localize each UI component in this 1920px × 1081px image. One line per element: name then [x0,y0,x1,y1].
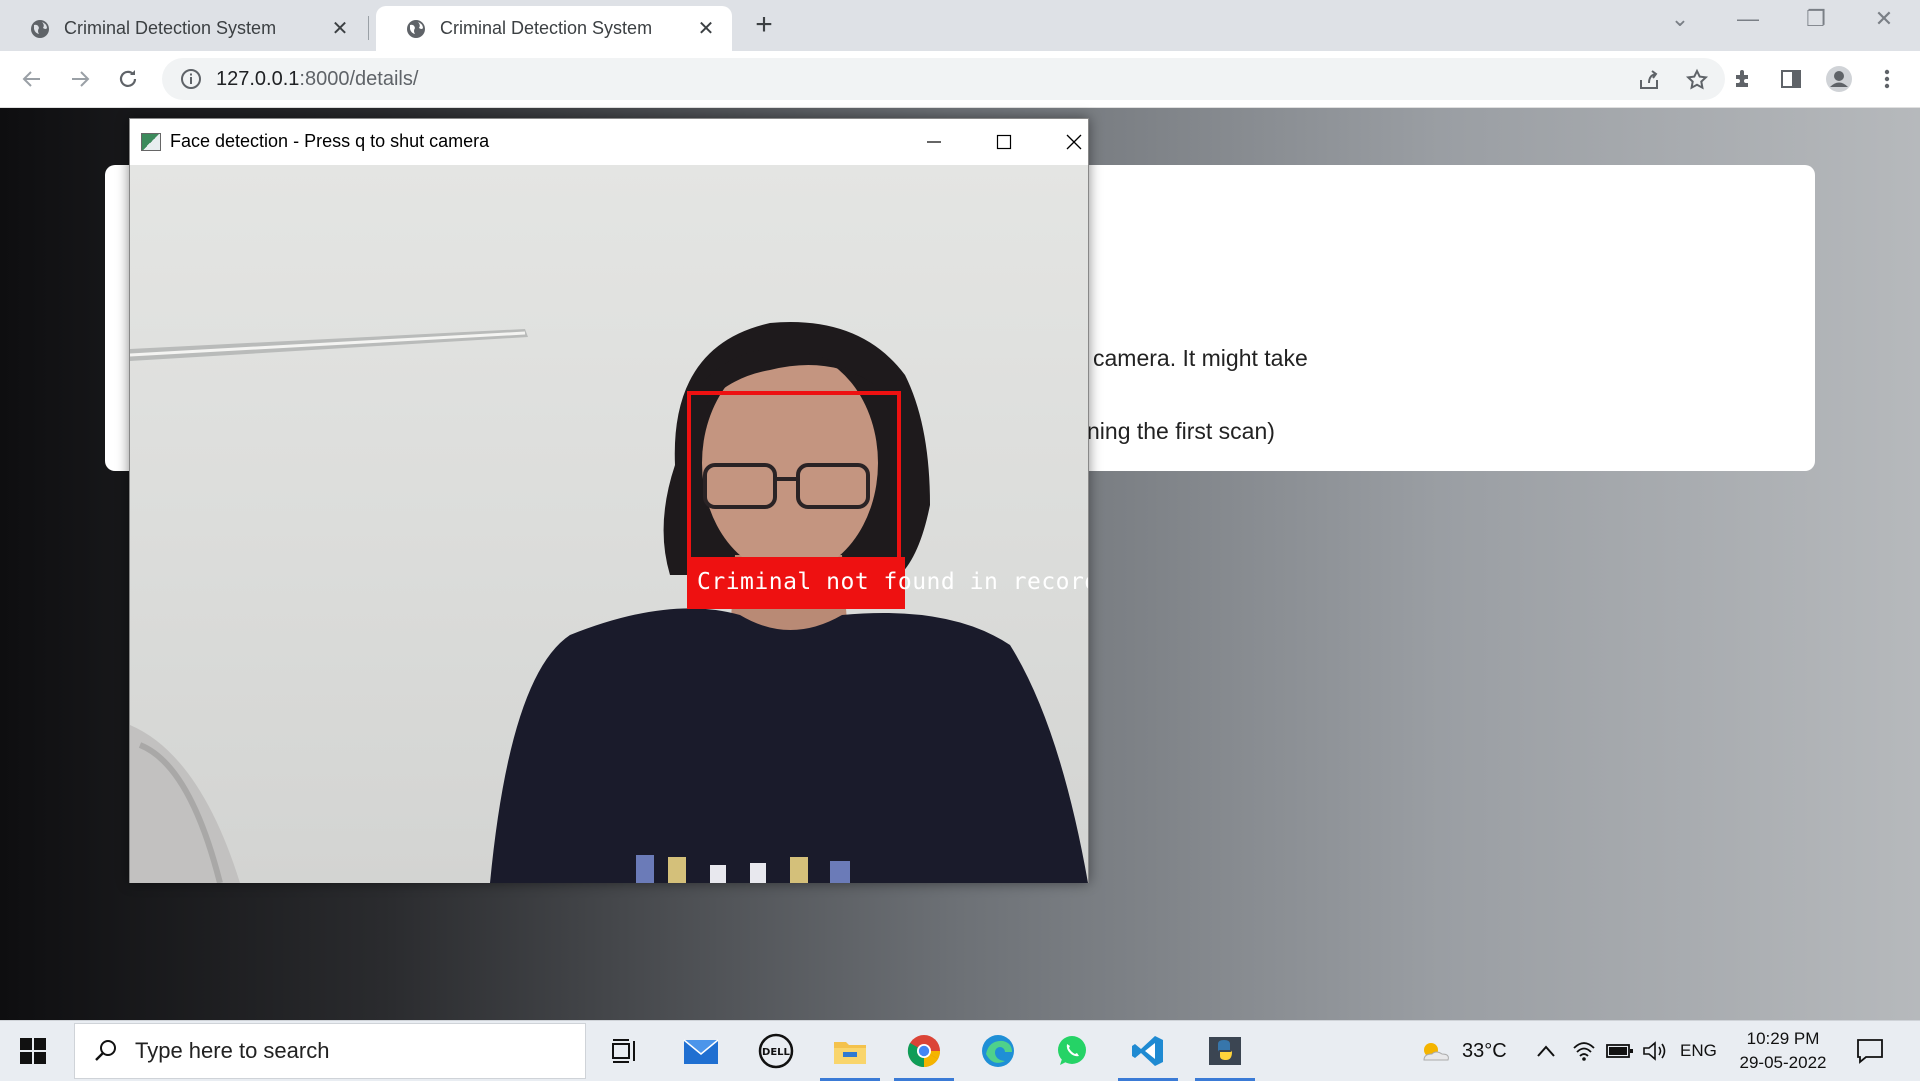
clock-date: 29-05-2022 [1739,1053,1827,1072]
browser-tab-active[interactable]: Criminal Detection System ✕ [376,6,732,51]
url-host: 127.0.0.1 [216,67,300,90]
windows-start-icon[interactable] [20,1038,46,1064]
url-text: 127.0.0.1:8000/details/ [216,68,418,91]
extensions-icon[interactable] [1728,64,1758,94]
svg-text:DELL: DELL [762,1047,791,1058]
reload-icon [119,70,137,87]
bookmark-star-icon[interactable] [1683,66,1711,94]
vscode-icon[interactable] [1118,1030,1178,1081]
weather-sun-cloud-icon [1423,1043,1449,1061]
dell-icon[interactable]: DELL [755,1030,797,1072]
browser-tab-bar: Criminal Detection System ✕ Criminal Det… [0,0,1920,51]
tab-title: Criminal Detection System [64,18,277,38]
notifications-button[interactable] [1856,1021,1884,1081]
camera-minimize-button[interactable] [914,127,954,157]
arrow-left-icon [22,71,40,87]
close-window-button[interactable]: ✕ [1864,6,1904,32]
new-tab-button[interactable]: + [748,8,780,42]
weather-temperature: 33°C [1462,1039,1507,1062]
battery-icon[interactable] [1606,1021,1634,1081]
taskbar-search-box[interactable]: Type here to search [74,1023,586,1079]
weather-widget[interactable]: 33°C [1418,1021,1507,1081]
globe-icon [31,19,49,38]
camera-maximize-button[interactable] [984,127,1024,157]
search-icon [95,1040,116,1061]
whatsapp-icon[interactable] [1051,1030,1093,1072]
camera-window-title: Face detection - Press q to shut camera [170,131,490,151]
address-bar[interactable]: 127.0.0.1:8000/details/ [162,58,1725,100]
language-indicator[interactable]: ENG [1680,1021,1717,1081]
notification-icon [1857,1039,1883,1064]
reload-button[interactable] [110,61,146,97]
instruction-text-line-2: ning the first scan) [1087,418,1275,444]
volume-icon[interactable] [1642,1021,1668,1081]
edge-icon[interactable] [977,1030,1019,1072]
search-placeholder: Type here to search [135,1038,330,1063]
tab-title: Criminal Detection System [440,18,653,38]
menu-kebab-icon[interactable] [1872,64,1902,94]
camera-window-titlebar[interactable]: Face detection - Press q to shut camera [130,119,1088,164]
mail-icon[interactable] [680,1030,722,1072]
face-detection-box [687,391,901,561]
show-hidden-icons-button[interactable] [1536,1021,1556,1081]
side-panel-icon[interactable] [1776,64,1806,94]
tab-close-icon[interactable]: ✕ [694,16,718,41]
tab-close-icon[interactable]: ✕ [328,16,352,41]
browser-tab[interactable]: Criminal Detection System ✕ [0,6,366,51]
chrome-icon[interactable] [894,1030,954,1081]
forward-button[interactable] [62,61,98,97]
camera-window: Face detection - Press q to shut camera [129,118,1089,883]
taskbar-clock[interactable]: 10:29 PM 29-05-2022 [1718,1027,1848,1075]
camera-feed: Criminal not found in records [130,165,1088,883]
arrow-right-icon [72,71,90,87]
back-button[interactable] [14,61,50,97]
camera-close-button[interactable] [1054,127,1094,157]
task-view-icon[interactable] [604,1030,646,1072]
detection-label: Criminal not found in records [697,569,1088,595]
close-icon [1066,134,1082,150]
python-icon[interactable] [1195,1030,1255,1081]
profile-avatar-icon[interactable] [1824,64,1854,94]
windows-taskbar: Type here to search DELL 33°C ENG 10:29 … [0,1020,1920,1081]
globe-icon [407,19,425,38]
tab-divider [368,16,369,40]
minimize-button[interactable]: — [1728,6,1768,32]
file-explorer-icon[interactable] [820,1030,880,1081]
share-icon[interactable] [1635,66,1663,94]
chevron-up-icon [1537,1045,1555,1057]
maximize-icon [996,134,1012,150]
url-path: :8000/details/ [299,67,419,90]
instruction-text-line-1: camera. It might take [1093,345,1308,371]
info-icon[interactable] [180,68,202,90]
camera-frame-image [130,322,1088,883]
tab-search-icon[interactable]: ⌄ [1660,6,1700,32]
network-icon[interactable] [1572,1021,1596,1081]
clock-time: 10:29 PM [1746,1029,1820,1048]
minimize-icon [927,141,941,143]
restore-button[interactable]: ❐ [1796,6,1836,32]
browser-toolbar: 127.0.0.1:8000/details/ [0,51,1920,108]
window-app-icon [141,132,161,151]
